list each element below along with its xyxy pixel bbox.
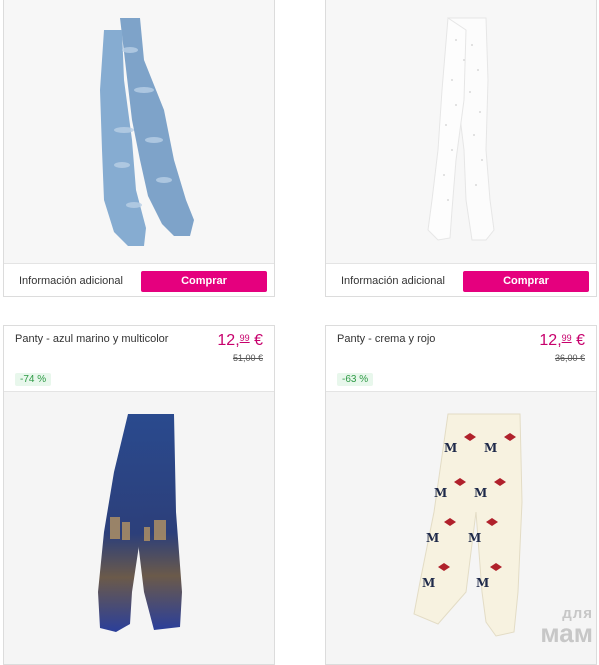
svg-text:M: M xyxy=(426,531,439,545)
svg-text:M: M xyxy=(474,486,487,500)
buy-button[interactable]: Comprar xyxy=(463,271,589,292)
tights-illustration xyxy=(98,414,182,632)
product-price: 12,99 € xyxy=(539,332,585,349)
product-card: Panty - azul marino y multicolor 12,99 €… xyxy=(3,325,275,665)
product-title[interactable]: Panty - azul marino y multicolor xyxy=(15,333,185,345)
product-actions: Información adicional Comprar xyxy=(326,263,596,296)
svg-text:M: M xyxy=(422,576,435,590)
product-image-blue-tights[interactable] xyxy=(4,0,274,263)
tights-illustration xyxy=(427,17,495,241)
product-card: Información adicional Comprar xyxy=(325,0,597,297)
site-watermark: для мам xyxy=(540,605,593,648)
buy-button[interactable]: Comprar xyxy=(141,271,267,292)
old-price: 36,00 € xyxy=(554,353,585,363)
tights-illustration xyxy=(100,18,194,246)
discount-badge: -63 % xyxy=(337,373,374,386)
svg-text:M: M xyxy=(444,441,457,455)
product-image-navy-tights[interactable] xyxy=(4,391,274,664)
svg-text:M: M xyxy=(434,486,447,500)
product-title[interactable]: Panty - crema y rojo xyxy=(337,333,507,345)
product-actions: Información adicional Comprar xyxy=(4,263,274,296)
old-price: 51,00 € xyxy=(232,353,263,363)
product-image-white-tights[interactable] xyxy=(326,0,596,263)
info-link[interactable]: Información adicional xyxy=(341,275,445,287)
svg-text:M: M xyxy=(484,441,497,455)
product-card: Información adicional Comprar xyxy=(3,0,275,297)
discount-badge: -74 % xyxy=(15,373,52,386)
watermark-line-2: мам xyxy=(540,618,593,648)
svg-text:M: M xyxy=(468,531,481,545)
svg-text:M: M xyxy=(476,576,489,590)
info-link[interactable]: Información adicional xyxy=(19,275,123,287)
product-price: 12,99 € xyxy=(217,332,263,349)
